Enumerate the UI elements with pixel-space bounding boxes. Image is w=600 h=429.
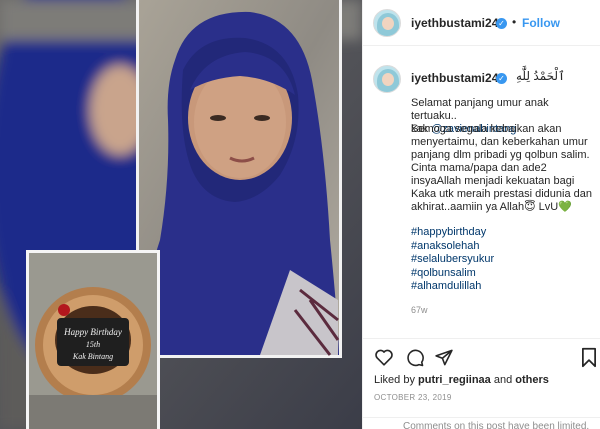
comments-limited-notice: Comments on this post have been limited. (363, 417, 600, 429)
avatar[interactable] (373, 9, 401, 37)
post-header: iyethbustami24 ✓ • Follow (363, 0, 600, 46)
verified-icon: ✓ (496, 18, 507, 29)
cake-text-3: Kak Bintang (72, 352, 113, 361)
liked-by-text: Liked by putri_regiinaa and others (374, 374, 549, 386)
caption-area: iyethbustami24 ✓ ٱلْحَمْدُ لِلَّٰهِ Sela… (363, 47, 600, 337)
hashtag-link[interactable]: #alhamdulillah (411, 280, 595, 294)
hashtag-list: #happybirthday #anaksolehah #selalubersy… (411, 226, 595, 294)
caption-body: Semoga segala kebaikan akan menyertaimu,… (411, 123, 592, 213)
photo-collage: Happy Birthday 15th Kak Bintang (0, 0, 362, 429)
liked-user-link[interactable]: putri_regiinaa (418, 374, 491, 386)
liked-others-link[interactable]: others (515, 374, 549, 386)
verified-icon: ✓ (496, 73, 507, 84)
post-side-panel: iyethbustami24 ✓ • Follow iyethbustami24… (362, 0, 600, 429)
caption-username[interactable]: iyethbustami24 (411, 71, 498, 85)
instagram-post: Happy Birthday 15th Kak Bintang iyethbus… (0, 0, 600, 429)
hashtag-link[interactable]: #qolbunsalim (411, 267, 595, 281)
heart-icon[interactable] (374, 348, 394, 366)
post-date[interactable]: OCTOBER 23, 2019 (374, 393, 452, 402)
liked-mid: and (490, 374, 516, 386)
hashtag-link[interactable]: #happybirthday (411, 226, 595, 240)
hashtag-link[interactable]: #selalubersyukur (411, 253, 595, 267)
bookmark-icon[interactable] (581, 347, 597, 368)
liked-prefix: Liked by (374, 374, 419, 386)
hashtag-link[interactable]: #anaksolehah (411, 240, 595, 254)
post-photo[interactable]: Happy Birthday 15th Kak Bintang (0, 0, 362, 429)
cake-text-1: Happy Birthday (63, 327, 122, 337)
comment-icon[interactable] (405, 348, 425, 367)
header-username[interactable]: iyethbustami24 (411, 16, 498, 30)
caption-avatar[interactable] (373, 65, 401, 93)
share-icon[interactable] (434, 348, 454, 367)
caption-arabic: ٱلْحَمْدُ لِلَّٰهِ (516, 69, 566, 83)
actions-bar: Liked by putri_regiinaa and others OCTOB… (363, 338, 600, 429)
caption-age[interactable]: 67w (411, 305, 428, 315)
follow-button[interactable]: Follow (522, 16, 560, 30)
cake-text-2: 15th (86, 340, 100, 349)
separator-dot: • (512, 15, 517, 29)
